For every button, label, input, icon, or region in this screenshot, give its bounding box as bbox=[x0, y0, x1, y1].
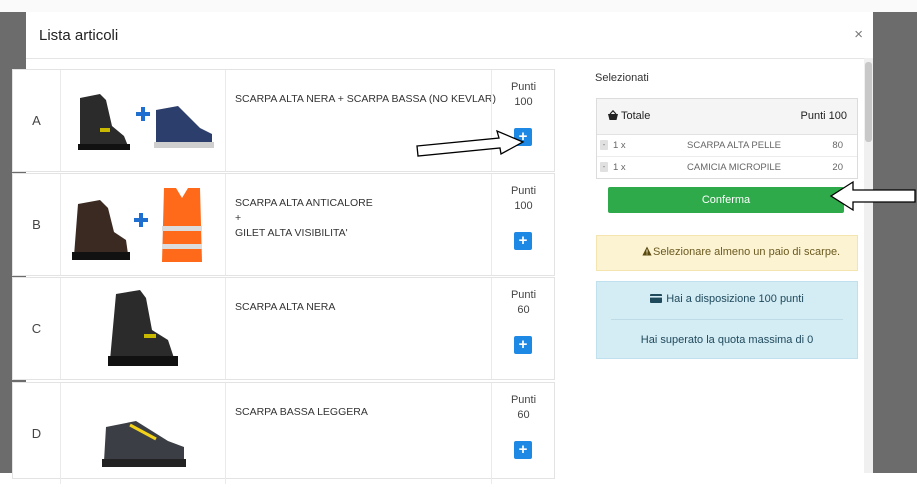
high-boot-shape bbox=[74, 200, 128, 256]
article-points-cell: Punti 60 + bbox=[491, 278, 555, 379]
points-value: 60 bbox=[517, 409, 530, 421]
shoe-sole-shape bbox=[154, 142, 214, 148]
warning-text: Selezionare almeno un paio di scarpe. bbox=[653, 246, 841, 258]
article-card-c: C SCARPA ALTA NERA Punti 60 + bbox=[12, 277, 555, 380]
points-label: Punti bbox=[510, 81, 537, 93]
add-article-button[interactable]: + bbox=[514, 232, 532, 250]
warning-alert: Selezionare almeno un paio di scarpe. bbox=[596, 235, 858, 271]
total-label: Totale bbox=[621, 110, 651, 122]
article-image bbox=[60, 70, 226, 171]
remove-item-button[interactable]: - bbox=[600, 140, 608, 150]
article-card-b: B SCARPA ALTA ANTICALORE + GILET ALTA VI… bbox=[12, 173, 555, 276]
low-shoe-image bbox=[102, 421, 186, 467]
boot-sole-shape bbox=[72, 252, 130, 260]
boot-label-shape bbox=[144, 334, 156, 338]
article-points: Punti 100 bbox=[492, 80, 555, 110]
plus-sign-shape bbox=[134, 213, 148, 227]
low-shoe-shape bbox=[156, 106, 212, 144]
modal-title: Lista articoli bbox=[39, 27, 119, 44]
description-line: + bbox=[235, 212, 242, 224]
selected-name: SCARPA ALTA PELLE bbox=[687, 140, 781, 151]
points-label: Punti bbox=[510, 289, 537, 301]
article-points-cell: Punti 100 + bbox=[491, 174, 555, 275]
points-label: Punti bbox=[510, 185, 537, 197]
article-letter: D bbox=[13, 383, 61, 484]
confirm-button[interactable]: Conferma bbox=[608, 187, 844, 213]
selected-table: Totale Punti 100 - 1 x SCARPA ALTA PELLE… bbox=[596, 98, 858, 179]
article-description: SCARPA ALTA NERA bbox=[235, 300, 335, 315]
add-article-button[interactable]: + bbox=[514, 336, 532, 354]
total-points: Punti 100 bbox=[800, 110, 847, 122]
vest-stripe-shape bbox=[162, 244, 202, 249]
description-line: GILET ALTA VISIBILITA' bbox=[235, 227, 348, 239]
high-boot-shape bbox=[80, 94, 128, 148]
boot-image bbox=[108, 290, 178, 366]
points-value: 100 bbox=[514, 200, 533, 212]
selected-row: - 1 x CAMICIA MICROPILE 20 bbox=[597, 157, 857, 178]
backdrop-right bbox=[873, 12, 917, 473]
boot-sole-shape bbox=[78, 144, 130, 150]
remove-item-button[interactable]: - bbox=[600, 162, 608, 172]
info-divider bbox=[611, 319, 843, 320]
selected-total-row: Totale Punti 100 bbox=[597, 99, 857, 135]
description-line: SCARPA ALTA NERA bbox=[235, 301, 336, 313]
plus-sign-shape bbox=[136, 107, 150, 121]
scrollbar[interactable] bbox=[864, 58, 873, 473]
description-line: SCARPA BASSA LEGGERA bbox=[235, 406, 368, 418]
available-text: Hai a disposizione 100 punti bbox=[666, 293, 804, 305]
selected-qty: 1 x bbox=[613, 140, 626, 151]
annotation-arrow-right bbox=[416, 129, 525, 157]
selected-points: 80 bbox=[832, 140, 843, 151]
selected-points: 20 bbox=[832, 162, 843, 173]
selected-qty: 1 x bbox=[613, 162, 626, 173]
article-points: Punti 60 bbox=[492, 288, 555, 318]
selected-row: - 1 x SCARPA ALTA PELLE 80 bbox=[597, 135, 857, 157]
modal-header: Lista articoli × bbox=[26, 12, 873, 59]
article-letter: B bbox=[13, 174, 61, 275]
description-line: SCARPA ALTA ANTICALORE bbox=[235, 197, 373, 209]
available-points: Hai a disposizione 100 punti bbox=[597, 293, 857, 305]
quota-text: Hai superato la quota massima di 0 bbox=[640, 334, 814, 346]
article-description: SCARPA ALTA NERA + SCARPA BASSA (NO KEVL… bbox=[235, 92, 496, 107]
article-image bbox=[60, 383, 226, 484]
article-letter: A bbox=[13, 70, 61, 171]
vest-shape bbox=[162, 188, 202, 262]
warning-icon bbox=[642, 246, 652, 256]
scrollbar-thumb[interactable] bbox=[865, 62, 872, 142]
annotation-arrow-left bbox=[829, 180, 916, 212]
close-icon[interactable]: × bbox=[854, 26, 863, 43]
description-line: SCARPA ALTA NERA + SCARPA BASSA (NO KEVL… bbox=[235, 93, 496, 105]
article-points-cell: Punti 60 + bbox=[491, 383, 555, 484]
shoe-sole-shape bbox=[102, 459, 186, 467]
boot-shoe-image bbox=[78, 94, 214, 150]
points-label: Punti bbox=[510, 394, 537, 406]
boot-vest-image bbox=[72, 188, 202, 262]
article-letter: C bbox=[13, 278, 61, 379]
article-description: SCARPA BASSA LEGGERA bbox=[235, 405, 368, 420]
page-background bbox=[0, 0, 917, 12]
high-boot-shape bbox=[110, 290, 174, 360]
points-value: 100 bbox=[514, 96, 533, 108]
low-shoe-shape bbox=[104, 421, 184, 461]
basket-icon bbox=[608, 110, 618, 120]
selected-title: Selezionati bbox=[595, 72, 649, 84]
article-points: Punti 100 bbox=[492, 184, 555, 214]
boot-label-shape bbox=[100, 128, 110, 132]
points-value: 60 bbox=[517, 304, 530, 316]
article-points: Punti 60 bbox=[492, 393, 555, 423]
article-card-d: D SCARPA BASSA LEGGERA Punti 60 + bbox=[12, 382, 555, 484]
article-image bbox=[60, 174, 226, 275]
article-description: SCARPA ALTA ANTICALORE + GILET ALTA VISI… bbox=[235, 196, 373, 241]
info-alert: Hai a disposizione 100 punti Hai superat… bbox=[596, 281, 858, 359]
selected-name: CAMICIA MICROPILE bbox=[687, 162, 781, 173]
add-article-button[interactable]: + bbox=[514, 441, 532, 459]
credit-card-icon bbox=[650, 294, 663, 303]
vest-stripe-shape bbox=[162, 226, 202, 231]
boot-sole-shape bbox=[108, 356, 178, 366]
article-image bbox=[60, 278, 226, 379]
